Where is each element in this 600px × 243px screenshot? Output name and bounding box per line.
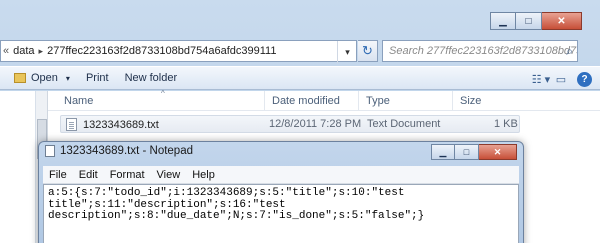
file-name-cell: 1323343689.txt [66, 118, 159, 131]
column-divider[interactable] [264, 91, 265, 111]
file-date-modified: 12/8/2011 7:28 PM [269, 118, 362, 130]
menu-format[interactable]: Format [104, 169, 151, 181]
column-divider[interactable] [358, 91, 359, 111]
toolbar-right: ☷ ▾ ▭ ? [531, 69, 592, 89]
breadcrumb-arrow-icon[interactable]: ▸ [35, 46, 48, 57]
address-bar[interactable]: « data ▸ 277ffec223163f2d8733108bd754a6a… [0, 40, 357, 63]
address-row: « data ▸ 277ffec223163f2d8733108bd754a6a… [0, 40, 600, 64]
sort-caret-icon: ^ [161, 89, 165, 98]
open-button[interactable]: Open ▾ [6, 68, 78, 88]
column-size[interactable]: Size [460, 95, 481, 107]
notepad-icon [45, 145, 55, 157]
menu-view[interactable]: View [151, 169, 187, 181]
breadcrumb-data[interactable]: data [13, 45, 34, 57]
menu-file[interactable]: File [43, 169, 73, 181]
text-file-icon [66, 118, 77, 131]
column-name[interactable]: Name [64, 95, 93, 107]
maximize-button[interactable]: □ [516, 12, 542, 30]
preview-pane-icon[interactable]: ▭ [551, 69, 571, 89]
chevron-down-icon[interactable]: ▾ [66, 74, 70, 83]
column-divider[interactable] [452, 91, 453, 111]
open-label: Open [31, 72, 58, 84]
address-dropdown-icon[interactable]: ▾ [337, 41, 357, 63]
menu-help[interactable]: Help [186, 169, 221, 181]
column-type[interactable]: Type [366, 95, 390, 107]
column-date-modified[interactable]: Date modified [272, 95, 340, 107]
search-placeholder: Search 277ffec223163f2d8733108bd75... [389, 45, 578, 57]
help-icon[interactable]: ? [577, 71, 592, 87]
notepad-maximize-button[interactable]: □ [455, 144, 479, 160]
file-type: Text Document [367, 118, 441, 130]
notepad-window-controls: ▁ □ ✕ [431, 144, 517, 160]
refresh-icon[interactable]: ↻ [358, 40, 378, 62]
explorer-window-controls: ▁ □ ✕ [490, 12, 582, 30]
column-headers: ^ Name Date modified Type Size [48, 89, 600, 111]
notepad-window: 1323343689.txt - Notepad ▁ □ ✕ File Edit… [38, 141, 524, 243]
file-name: 1323343689.txt [83, 118, 159, 131]
notepad-close-button[interactable]: ✕ [479, 144, 517, 160]
command-bar: Open ▾ Print New folder ☷ ▾ ▭ ? [0, 66, 600, 90]
notepad-title-bar: 1323343689.txt - Notepad [45, 145, 193, 157]
close-button[interactable]: ✕ [542, 12, 582, 30]
notepad-title: 1323343689.txt - Notepad [60, 145, 193, 157]
file-row[interactable]: 1323343689.txt 12/8/2011 7:28 PM Text Do… [60, 115, 520, 133]
minimize-button[interactable]: ▁ [490, 12, 516, 30]
notepad-menu-bar: File Edit Format View Help [43, 166, 519, 184]
notepad-minimize-button[interactable]: ▁ [431, 144, 455, 160]
search-input[interactable]: Search 277ffec223163f2d8733108bd75... ⌕ [382, 40, 578, 62]
notepad-text-area[interactable]: a:5:{s:7:"todo_id";i:1323343689;s:5:"tit… [43, 184, 519, 243]
new-folder-button[interactable]: New folder [117, 68, 186, 88]
print-button[interactable]: Print [78, 68, 117, 88]
menu-edit[interactable]: Edit [73, 169, 104, 181]
breadcrumb-overflow-icon[interactable]: « [1, 45, 13, 57]
navigation-pane[interactable] [0, 91, 36, 243]
file-size: 1 KB [494, 118, 518, 130]
folder-icon [14, 73, 26, 83]
search-icon[interactable]: ⌕ [566, 44, 573, 59]
view-options-icon[interactable]: ☷ ▾ [531, 69, 551, 89]
breadcrumb-current-folder[interactable]: 277ffec223163f2d8733108bd754a6afdc399111 [47, 45, 276, 57]
